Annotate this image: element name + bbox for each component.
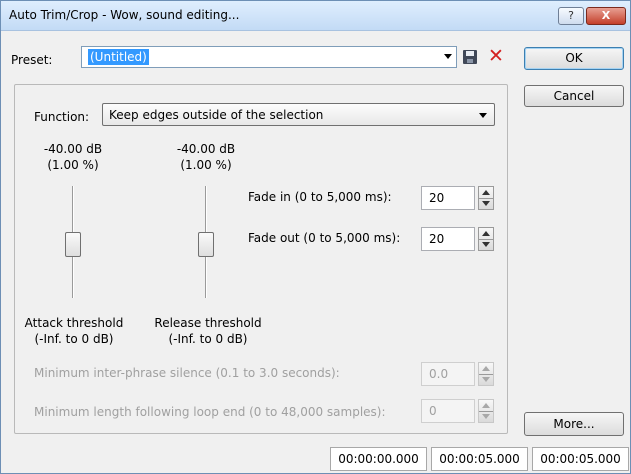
attack-range: (-Inf. to 0 dB): [34, 332, 114, 346]
fade-in-input[interactable]: 20: [421, 186, 475, 210]
release-slider-thumb[interactable]: [198, 232, 214, 257]
cancel-button[interactable]: Cancel: [524, 85, 624, 107]
release-percent-value: (1.00 %): [180, 158, 232, 172]
min-loop-spinner[interactable]: [478, 399, 494, 423]
attack-slider-thumb[interactable]: [65, 232, 81, 257]
attack-db-value: -40.00 dB: [43, 142, 103, 156]
status-bar: 00:00:00.000 00:00:05.000 00:00:05.000: [1, 444, 630, 473]
ok-button[interactable]: OK: [524, 47, 624, 70]
fade-in-spinner[interactable]: [478, 186, 494, 210]
function-dropdown[interactable]: Keep edges outside of the selection: [102, 103, 495, 126]
help-button[interactable]: ?: [558, 7, 584, 25]
min-loop-label: Minimum length following loop end (0 to …: [34, 405, 386, 419]
release-caption: Release threshold: [154, 316, 262, 330]
selection-end: 00:00:05.000: [431, 447, 528, 471]
auto-trim-crop-dialog: Auto Trim/Crop - Wow, sound editing... ?…: [0, 0, 631, 474]
more-button[interactable]: More...: [524, 412, 624, 436]
release-db-value: -40.00 dB: [176, 142, 236, 156]
fade-out-spinner[interactable]: [478, 227, 494, 251]
chevron-down-icon[interactable]: [444, 54, 452, 59]
preset-value[interactable]: (Untitled): [88, 49, 149, 65]
preset-combobox[interactable]: (Untitled): [81, 46, 457, 68]
fade-out-input[interactable]: 20: [421, 227, 475, 251]
fade-out-label: Fade out (0 to 5,000 ms):: [248, 231, 401, 245]
fade-in-label: Fade in (0 to 5,000 ms):: [248, 190, 392, 204]
selection-length: 00:00:05.000: [532, 447, 629, 471]
attack-caption: Attack threshold: [24, 316, 124, 330]
selection-start: 00:00:00.000: [330, 447, 427, 471]
chevron-down-icon[interactable]: [479, 113, 487, 118]
function-label: Function:: [34, 110, 90, 124]
close-button[interactable]: X: [586, 7, 626, 25]
save-icon[interactable]: [463, 50, 477, 64]
min-silence-spinner[interactable]: [478, 362, 494, 386]
min-loop-input[interactable]: 0: [421, 399, 475, 423]
min-silence-input[interactable]: 0.0: [421, 362, 475, 386]
title-bar[interactable]: Auto Trim/Crop - Wow, sound editing... ?…: [1, 1, 630, 31]
release-range: (-Inf. to 0 dB): [168, 332, 248, 346]
attack-percent-value: (1.00 %): [47, 158, 99, 172]
window-title: Auto Trim/Crop - Wow, sound editing...: [9, 8, 240, 22]
preset-label: Preset:: [11, 53, 53, 67]
min-silence-label: Minimum inter-phrase silence (0.1 to 3.0…: [34, 366, 340, 380]
function-value: Keep edges outside of the selection: [109, 108, 324, 122]
delete-icon[interactable]: ✕: [486, 45, 506, 67]
